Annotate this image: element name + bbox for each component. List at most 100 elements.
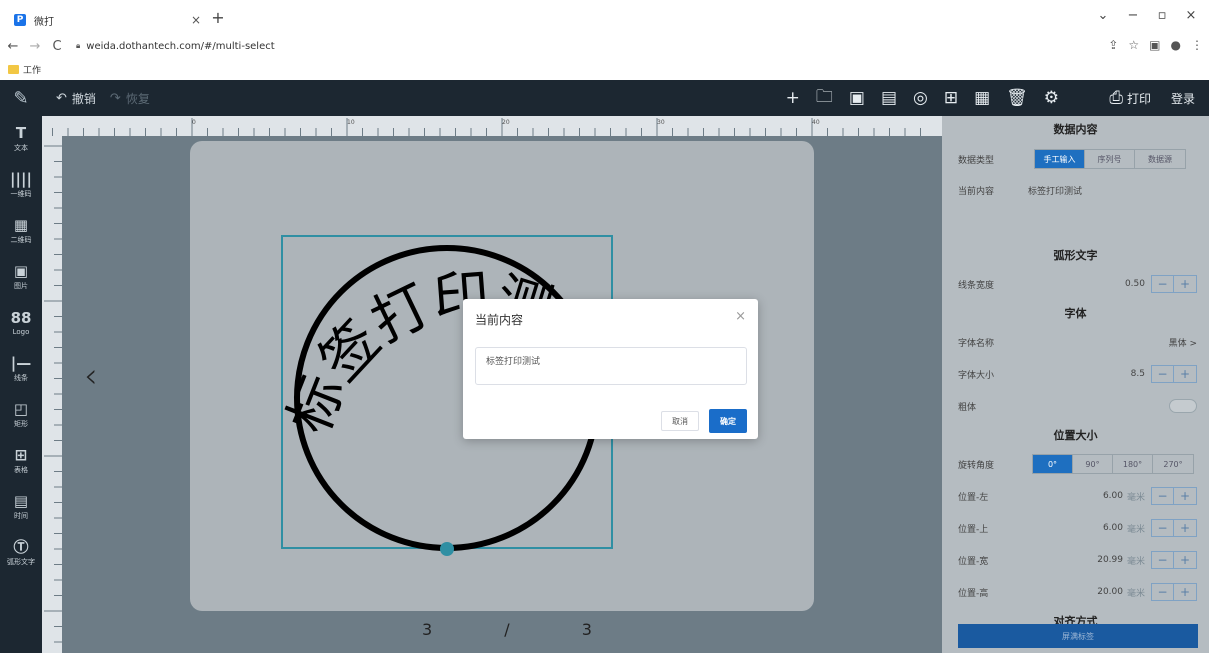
- profile-icon[interactable]: ●: [1171, 38, 1181, 52]
- tab-search-chevron-icon[interactable]: ⌄: [1093, 8, 1113, 23]
- browser-tab[interactable]: P 微打 ×: [6, 6, 206, 34]
- side-panel-icon[interactable]: ▣: [1149, 38, 1160, 52]
- rotate-selector: 0° 90° 180° 270°: [1032, 454, 1194, 474]
- line-width-value: 0.50: [1124, 279, 1145, 289]
- settings-icon[interactable]: ⚙︎: [1044, 88, 1059, 108]
- back-icon[interactable]: ←: [4, 39, 22, 54]
- sidebar-item-text[interactable]: T 文本: [0, 116, 42, 162]
- grid-icon[interactable]: ▦: [974, 88, 990, 108]
- data-type-manual[interactable]: 手工输入: [1035, 150, 1085, 168]
- decrement-button[interactable]: −: [1152, 584, 1174, 600]
- sidebar-item-barcode[interactable]: |||| 一维码: [0, 162, 42, 208]
- section-data-content: 数据内容: [1053, 123, 1098, 136]
- redo-button[interactable]: ↷ 恢复: [110, 90, 150, 107]
- share-icon[interactable]: ⇪: [1108, 38, 1118, 52]
- increment-button[interactable]: +: [1174, 276, 1196, 292]
- tab-close-icon[interactable]: ×: [186, 13, 206, 27]
- bookmark-star-icon[interactable]: ☆: [1128, 38, 1139, 52]
- text-icon: T: [15, 124, 27, 142]
- share-circle-icon[interactable]: ◎: [913, 88, 928, 108]
- save-icon[interactable]: ▣: [849, 88, 865, 108]
- sidebar-item-logo[interactable]: 88 Logo: [0, 300, 42, 346]
- data-type-serial[interactable]: 序列号: [1085, 150, 1135, 168]
- new-icon[interactable]: +: [786, 88, 800, 108]
- bookmark-work[interactable]: 工作: [23, 63, 41, 76]
- sidebar-item-label: 二维码: [10, 236, 32, 244]
- section-position-size: 位置大小: [1053, 429, 1098, 442]
- width-value: 20.99: [1097, 555, 1123, 565]
- sidebar-item-time[interactable]: ▤ 时间: [0, 484, 42, 530]
- ruler-vertical: [42, 136, 62, 653]
- login-button[interactable]: 登录: [1171, 80, 1195, 116]
- print-button[interactable]: ⎙ 打印: [1109, 80, 1151, 116]
- section-arc-text: 弧形文字: [1053, 249, 1098, 262]
- ruler-ticks-v: [44, 145, 62, 643]
- current-content-value[interactable]: 标签打印测试: [1028, 184, 1082, 197]
- decrement-button[interactable]: −: [1152, 552, 1174, 568]
- delete-icon[interactable]: 🗑︎: [1006, 88, 1028, 108]
- height-label: 位置-高: [958, 588, 989, 599]
- increment-button[interactable]: +: [1174, 366, 1196, 382]
- table-icon: ⊞: [14, 446, 28, 464]
- undo-label: 撤销: [71, 91, 96, 106]
- position-top-label: 位置-上: [958, 524, 989, 535]
- increment-button[interactable]: +: [1174, 552, 1196, 568]
- sidebar-item-arc-text[interactable]: Ⓣ 弧形文字: [0, 530, 42, 576]
- reload-icon[interactable]: C: [48, 39, 66, 54]
- sidebar-item-label: 线条: [14, 374, 28, 382]
- sidebar-item-line[interactable]: |— 线条: [0, 346, 42, 392]
- content-dialog: 当前内容 × 标签打印测试 取消 确定: [463, 299, 758, 439]
- position-left-label: 位置-左: [958, 492, 989, 503]
- url-field[interactable]: 🔒︎ weida.dothantech.com/#/multi-select: [76, 41, 275, 52]
- sidebar-item-label: 时间: [14, 512, 28, 520]
- unit-label: 毫米: [1126, 556, 1145, 567]
- dialog-close-icon[interactable]: ×: [735, 309, 746, 324]
- page-current: 3: [422, 620, 433, 639]
- minimize-icon[interactable]: −: [1123, 8, 1143, 23]
- sidebar-item-rect[interactable]: ◰ 矩形: [0, 392, 42, 438]
- decrement-button[interactable]: −: [1152, 520, 1174, 536]
- save-as-icon[interactable]: ▤: [881, 88, 897, 108]
- maximize-icon[interactable]: ▫: [1152, 8, 1172, 23]
- section-font: 字体: [1064, 307, 1087, 320]
- multi-select-icon[interactable]: ⊞: [944, 88, 958, 108]
- decrement-button[interactable]: −: [1152, 276, 1174, 292]
- sidebar-item-qrcode[interactable]: ▦ 二维码: [0, 208, 42, 254]
- confirm-button[interactable]: 确定: [709, 409, 747, 433]
- width-label: 位置-宽: [958, 556, 989, 567]
- sidebar-item-label: 图片: [14, 282, 28, 290]
- qrcode-icon: ▦: [13, 216, 29, 234]
- arc-text-icon: Ⓣ: [13, 538, 29, 556]
- menu-icon[interactable]: ⋮: [1191, 38, 1203, 52]
- font-name-value[interactable]: 黑体 >: [1028, 336, 1197, 349]
- open-folder-icon[interactable]: 🗀︎: [816, 84, 833, 113]
- increment-button[interactable]: +: [1174, 488, 1196, 504]
- fill-label-button[interactable]: 屏满标签: [958, 624, 1198, 648]
- app-logo-icon[interactable]: ✎: [0, 80, 42, 116]
- new-tab-icon[interactable]: +: [208, 8, 228, 27]
- font-size-value: 8.5: [1130, 369, 1145, 379]
- bold-toggle[interactable]: [1169, 399, 1197, 413]
- rotate-0[interactable]: 0°: [1033, 455, 1073, 473]
- sidebar-item-table[interactable]: ⊞ 表格: [0, 438, 42, 484]
- data-type-source[interactable]: 数据源: [1135, 150, 1185, 168]
- sidebar-item-image[interactable]: ▣ 图片: [0, 254, 42, 300]
- content-textarea[interactable]: 标签打印测试: [475, 347, 747, 385]
- decrement-button[interactable]: −: [1152, 488, 1174, 504]
- decrement-button[interactable]: −: [1152, 366, 1174, 382]
- rotate-180[interactable]: 180°: [1113, 455, 1153, 473]
- undo-icon: ↶: [56, 90, 67, 106]
- cancel-button[interactable]: 取消: [661, 411, 699, 431]
- forward-icon[interactable]: →: [26, 39, 44, 54]
- close-window-icon[interactable]: ×: [1181, 8, 1201, 23]
- rotate-270[interactable]: 270°: [1153, 455, 1193, 473]
- rotate-90[interactable]: 90°: [1073, 455, 1113, 473]
- page-indicator: 3 / 3: [422, 620, 592, 639]
- rotate-handle[interactable]: [440, 542, 454, 556]
- increment-button[interactable]: +: [1174, 520, 1196, 536]
- increment-button[interactable]: +: [1174, 584, 1196, 600]
- position-top-stepper: − +: [1151, 519, 1197, 537]
- undo-button[interactable]: ↶ 撤销: [56, 90, 96, 107]
- current-content-label: 当前内容: [958, 186, 995, 197]
- line-width-label: 线条宽度: [958, 280, 995, 291]
